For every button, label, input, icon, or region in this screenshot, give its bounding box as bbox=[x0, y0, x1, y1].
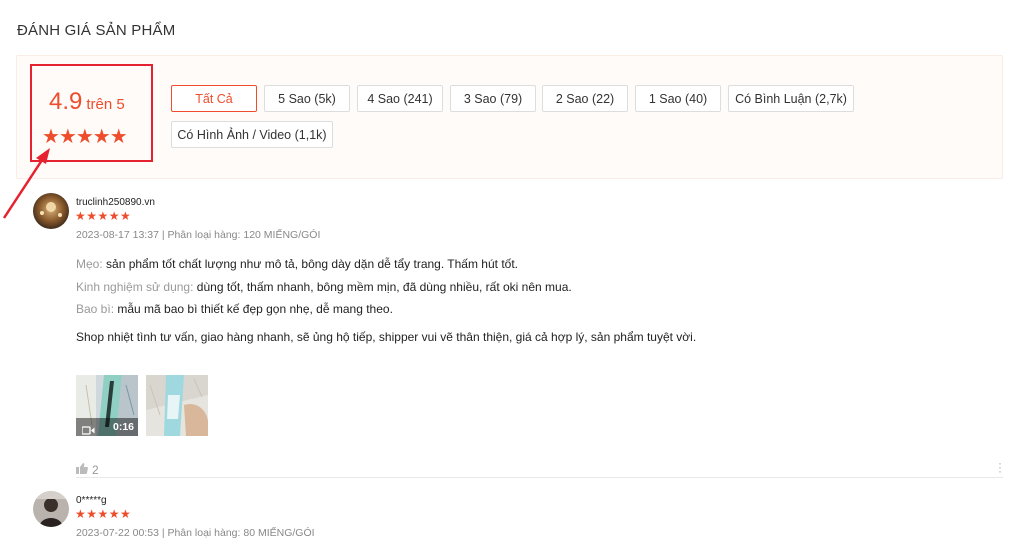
review-username[interactable]: truclinh250890.vn bbox=[76, 197, 155, 208]
review-tip: Mẹo: sản phẩm tốt chất lượng như mô tả, … bbox=[76, 257, 518, 271]
filter-1-star-button[interactable]: 1 Sao (40) bbox=[635, 85, 721, 112]
review-tip-text: sản phẩm tốt chất lượng như mô tả, bông … bbox=[106, 257, 518, 271]
rating-overview-panel bbox=[16, 55, 1003, 179]
avatar[interactable] bbox=[33, 193, 69, 229]
avatar[interactable] bbox=[33, 491, 69, 527]
review-meta: 2023-07-22 00:53 | Phân loại hàng: 80 MI… bbox=[76, 527, 315, 539]
filter-4-star-button[interactable]: 4 Sao (241) bbox=[357, 85, 443, 112]
filter-3-star-button[interactable]: 3 Sao (79) bbox=[450, 85, 536, 112]
like-button[interactable]: 2 bbox=[76, 463, 99, 477]
review-meta: 2023-08-17 13:37 | Phân loại hàng: 120 M… bbox=[76, 229, 321, 241]
review-username[interactable]: 0*****g bbox=[76, 495, 107, 506]
filter-5-star-button[interactable]: 5 Sao (5k) bbox=[264, 85, 350, 112]
review-tip-label: Mẹo: bbox=[76, 257, 103, 271]
section-title: ĐÁNH GIÁ SẢN PHẨM bbox=[17, 22, 176, 39]
video-camera-icon bbox=[81, 422, 95, 435]
review-comment: Shop nhiệt tình tư vấn, giao hàng nhanh,… bbox=[76, 330, 697, 344]
filter-with-media-button[interactable]: Có Hình Ảnh / Video (1,1k) bbox=[171, 121, 333, 148]
review-stars: ★★★★★ bbox=[75, 209, 132, 223]
like-count: 2 bbox=[92, 463, 99, 477]
filter-with-comment-button[interactable]: Có Bình Luận (2,7k) bbox=[728, 85, 854, 112]
review-packaging-label: Bao bì: bbox=[76, 302, 115, 316]
review-item: truclinh250890.vn ★★★★★ 2023-08-17 13:37… bbox=[33, 193, 1003, 477]
review-experience-text: dùng tốt, thấm nhanh, bông mềm mịn, đã d… bbox=[196, 280, 572, 294]
review-divider bbox=[76, 477, 1003, 478]
review-packaging-text: mẫu mã bao bì thiết kế đẹp gọn nhẹ, dễ m… bbox=[117, 302, 393, 316]
review-experience-label: Kinh nghiệm sử dụng: bbox=[76, 280, 194, 294]
video-duration: 0:16 bbox=[112, 421, 134, 433]
review-video-thumbnail[interactable]: 0:16 bbox=[76, 375, 138, 436]
rating-score-value: 4.9 bbox=[49, 88, 83, 115]
review-photo-thumbnail[interactable] bbox=[146, 375, 208, 436]
review-experience: Kinh nghiệm sử dụng: dùng tốt, thấm nhan… bbox=[76, 280, 572, 294]
rating-score: 4.9 trên 5 bbox=[49, 88, 125, 116]
review-item: 0*****g ★★★★★ 2023-07-22 00:53 | Phân lo… bbox=[33, 491, 1003, 551]
filter-all-button[interactable]: Tất Cả bbox=[171, 85, 257, 112]
thumbs-up-icon bbox=[76, 463, 88, 477]
more-options-icon[interactable]: · · · bbox=[998, 457, 1002, 477]
rating-score-suffix: trên 5 bbox=[86, 96, 125, 113]
review-stars: ★★★★★ bbox=[75, 507, 132, 521]
filter-2-star-button[interactable]: 2 Sao (22) bbox=[542, 85, 628, 112]
review-packaging: Bao bì: mẫu mã bao bì thiết kế đẹp gọn n… bbox=[76, 302, 393, 316]
